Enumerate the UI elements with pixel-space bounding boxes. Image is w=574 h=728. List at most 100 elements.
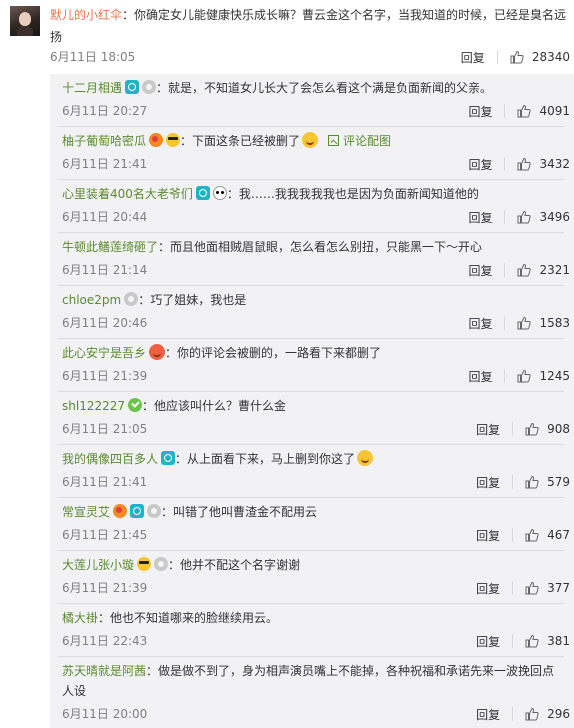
reply-actions: 回复 4091 bbox=[468, 102, 570, 120]
reply-text: chloe2pm ：巧了姐妹，我也是 bbox=[62, 290, 570, 310]
username-link[interactable]: 苏天晴就是阿茜 bbox=[62, 664, 146, 678]
reply-actions: 回复 1583 bbox=[468, 314, 570, 332]
username-link[interactable]: 橘大褂 bbox=[62, 611, 98, 625]
divider bbox=[512, 634, 514, 648]
username-link[interactable]: chloe2pm bbox=[62, 293, 121, 307]
check-badge-icon bbox=[128, 398, 142, 412]
divider bbox=[58, 656, 564, 657]
reply-item: 柚子葡萄哈密瓜 ：下面这条已经被删了 评论配图 6月11日 21:41 回复 3432 bbox=[62, 131, 570, 172]
like-icon[interactable] bbox=[525, 707, 539, 721]
reply-button[interactable]: 回复 bbox=[468, 368, 492, 385]
reply-body: ：他应该叫什么？曹什么金 bbox=[142, 399, 287, 413]
reply-item: 我的偶像四百多人 ：从上面看下来，马上删到你这了 6月11日 21:41 回复 579 bbox=[62, 449, 570, 490]
vip-badge-icon bbox=[195, 186, 210, 200]
reply-meta: 6月11日 21:41 回复 579 bbox=[62, 473, 570, 491]
like-icon[interactable] bbox=[525, 634, 539, 648]
like-icon[interactable] bbox=[517, 104, 532, 118]
username-link[interactable]: 常宣灵艾 bbox=[62, 505, 110, 519]
reply-button[interactable]: 回复 bbox=[476, 527, 500, 544]
like-icon[interactable] bbox=[517, 316, 532, 330]
avatar[interactable] bbox=[10, 6, 40, 36]
reply-actions: 回复 1245 bbox=[468, 367, 570, 385]
reply-actions: 回复 579 bbox=[476, 473, 570, 491]
like-icon[interactable] bbox=[525, 581, 539, 595]
reply-meta: 6月11日 22:43 回复 381 bbox=[62, 632, 570, 650]
reply-text: 我的偶像四百多人 ：从上面看下来，马上删到你这了 bbox=[62, 449, 570, 469]
reply-text: 苏天晴就是阿茜：做是做不到了，身为相声演员嘴上不能掉，各种祝福和承诺先来一波挽回… bbox=[62, 661, 570, 681]
username-link[interactable]: 我的偶像四百多人 bbox=[62, 452, 158, 466]
comment-image-label: 评论配图 bbox=[343, 134, 392, 148]
panda-icon bbox=[212, 186, 227, 200]
reply-body: ：他也不知道哪来的脸继续用云。 bbox=[98, 611, 279, 625]
reply-meta: 6月11日 21:39 回复 1245 bbox=[62, 367, 570, 385]
divider bbox=[504, 263, 506, 277]
like-count: 1245 bbox=[539, 369, 570, 383]
username-link[interactable]: shl122227 bbox=[62, 399, 125, 413]
like-count: 3432 bbox=[539, 157, 570, 171]
username-link[interactable]: 默儿的小红伞 bbox=[50, 8, 122, 22]
reply-body: ：就是，不知道女儿长大了会怎么看这个满是负面新闻的父亲。 bbox=[156, 81, 493, 95]
like-icon[interactable] bbox=[517, 157, 532, 171]
timestamp: 6月11日 18:05 bbox=[50, 50, 136, 64]
reply-button[interactable]: 回复 bbox=[468, 103, 492, 120]
emoji-icon bbox=[149, 344, 166, 360]
comment-meta: 6月11日 18:05 回复 28340 bbox=[50, 48, 570, 66]
reply-text: 常宣灵艾 ：叫错了他叫曹渣金不配用云 bbox=[62, 502, 570, 522]
timestamp: 6月11日 20:00 bbox=[62, 707, 148, 721]
like-count: 1583 bbox=[539, 316, 570, 330]
image-icon bbox=[328, 135, 340, 146]
timestamp: 6月11日 22:43 bbox=[62, 634, 148, 648]
reply-text: 此心安宁是吾乡 ：你的评论会被删的，一路看下来都删了 bbox=[62, 343, 570, 363]
medal-icon bbox=[142, 80, 157, 94]
reply-button[interactable]: 回复 bbox=[468, 315, 492, 332]
reply-button[interactable]: 回复 bbox=[476, 706, 500, 723]
reply-button[interactable]: 回复 bbox=[468, 209, 492, 226]
like-count: 4091 bbox=[539, 104, 570, 118]
like-icon[interactable] bbox=[525, 422, 539, 436]
username-link[interactable]: 柚子葡萄哈密瓜 bbox=[62, 134, 146, 148]
reply-actions: 回复 296 bbox=[476, 705, 570, 723]
username-link[interactable]: 大莲儿张小璇 bbox=[62, 558, 134, 572]
reply-body: ：我……我我我我我也是因为负面新闻知道他的 bbox=[226, 187, 479, 201]
reply-button[interactable]: 回复 bbox=[468, 156, 492, 173]
reply-actions: 回复 381 bbox=[476, 632, 570, 650]
timestamp: 6月11日 21:41 bbox=[62, 157, 148, 171]
reply-meta: 6月11日 21:41 回复 3432 bbox=[62, 155, 570, 173]
reply-item: 苏天晴就是阿茜：做是做不到了，身为相声演员嘴上不能掉，各种祝福和承诺先来一波挽回… bbox=[62, 661, 570, 722]
reply-body: ：从上面看下来，马上删到你这了 bbox=[175, 452, 356, 466]
divider bbox=[58, 444, 564, 445]
like-count: 579 bbox=[547, 475, 570, 489]
reply-button[interactable]: 回复 bbox=[476, 580, 500, 597]
username-link[interactable]: 牛顿此鳝莲绮砸了 bbox=[62, 240, 158, 254]
like-icon[interactable] bbox=[510, 50, 524, 64]
reply-button[interactable]: 回复 bbox=[476, 633, 500, 650]
divider bbox=[58, 550, 564, 551]
reply-meta: 6月11日 20:44 回复 3496 bbox=[62, 208, 570, 226]
divider bbox=[58, 179, 564, 180]
divider bbox=[504, 369, 506, 383]
timestamp: 6月11日 20:27 bbox=[62, 104, 148, 118]
reply-text: 柚子葡萄哈密瓜 ：下面这条已经被删了 评论配图 bbox=[62, 131, 570, 151]
like-icon[interactable] bbox=[517, 263, 532, 277]
reply-item: 牛顿此鳝莲绮砸了：而且他面相贼眉鼠眼，怎么看怎么别扭，只能黑一下～开心 6月11日… bbox=[62, 237, 570, 278]
reply-button[interactable]: 回复 bbox=[461, 49, 485, 66]
like-icon[interactable] bbox=[517, 369, 532, 383]
reply-meta: 6月11日 21:39 回复 377 bbox=[62, 579, 570, 597]
divider bbox=[512, 707, 514, 721]
sunglasses-emoji-icon bbox=[166, 133, 181, 147]
username-link[interactable]: 十二月相遇 bbox=[62, 81, 122, 95]
reply-body: ：你的评论会被删的，一路看下来都删了 bbox=[165, 346, 382, 360]
like-icon[interactable] bbox=[525, 475, 539, 489]
username-link[interactable]: 心里装着400名大老爷们 bbox=[62, 187, 193, 201]
username-link[interactable]: 此心安宁是吾乡 bbox=[62, 346, 146, 360]
reply-button[interactable]: 回复 bbox=[476, 474, 500, 491]
like-icon[interactable] bbox=[525, 528, 539, 542]
comment-image-link[interactable]: 评论配图 bbox=[328, 134, 391, 148]
divider bbox=[58, 285, 564, 286]
reply-text: 十二月相遇 ：就是，不知道女儿长大了会怎么看这个满是负面新闻的父亲。 bbox=[62, 78, 570, 98]
reply-button[interactable]: 回复 bbox=[468, 262, 492, 279]
reply-body: ：叫错了他叫曹渣金不配用云 bbox=[161, 505, 318, 519]
timestamp: 6月11日 21:05 bbox=[62, 422, 148, 436]
reply-button[interactable]: 回复 bbox=[476, 421, 500, 438]
like-icon[interactable] bbox=[517, 210, 532, 224]
